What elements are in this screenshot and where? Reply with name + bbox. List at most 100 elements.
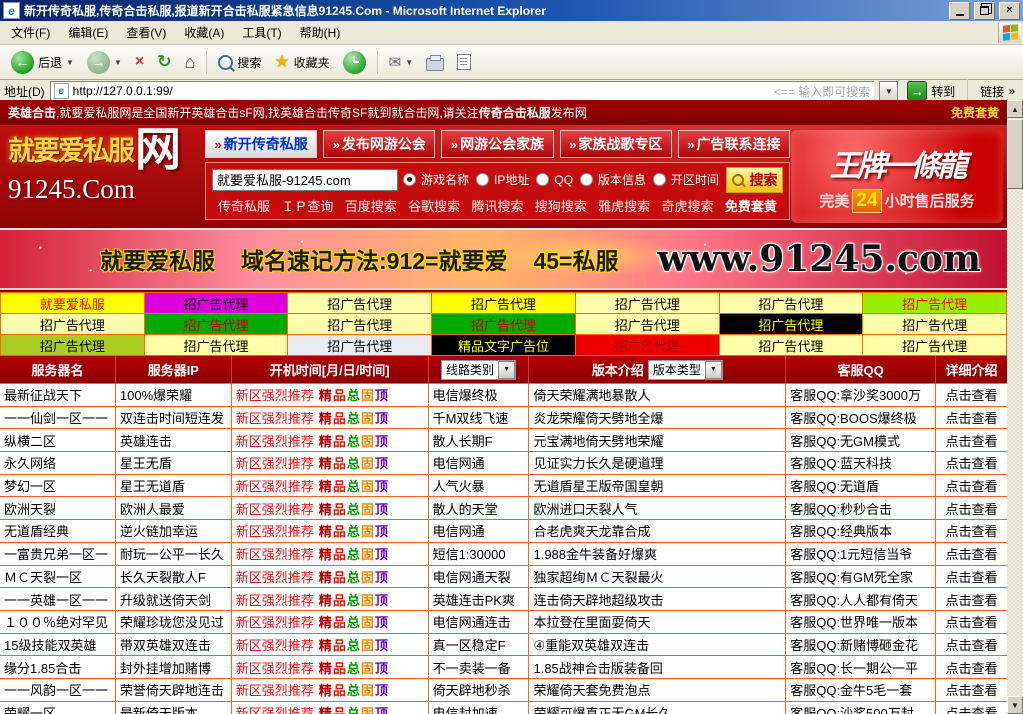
favorites-button[interactable]: ★ 收藏夹	[269, 49, 334, 75]
quicklink[interactable]: 谷歌搜索	[408, 196, 460, 215]
forward-dropdown-icon[interactable]: ▼	[114, 58, 122, 67]
mail-button[interactable]: ✉ ▼	[384, 50, 419, 74]
nav-guild-family[interactable]: »网游公会家族	[441, 130, 553, 158]
back-dropdown-icon[interactable]: ▼	[66, 58, 74, 67]
detail-link[interactable]: 点击查看	[936, 520, 1007, 542]
quicklink-free[interactable]: 免费套黄	[725, 196, 777, 215]
search-toolbar-button[interactable]: 搜索	[213, 51, 266, 74]
promo-text: 新区强烈推荐	[236, 453, 314, 472]
radio-version[interactable]	[580, 173, 593, 186]
menu-view[interactable]: 查看(V)	[117, 21, 175, 44]
line-type-select[interactable]: 线路类别▼	[441, 360, 516, 380]
ad-cell[interactable]: 招广告代理	[145, 293, 288, 313]
ad-cell[interactable]: 招广告代理	[1, 335, 144, 355]
ad-cell[interactable]: 招广告代理	[720, 293, 863, 313]
print-button[interactable]	[421, 51, 449, 74]
nav-new-servers[interactable]: »新开传奇私服	[205, 130, 317, 158]
ad-cell[interactable]: 招广告代理	[576, 335, 719, 355]
address-dropdown-button[interactable]: ▼	[879, 81, 898, 102]
history-button[interactable]	[338, 48, 371, 77]
ad-cell[interactable]: 招广告代理	[432, 293, 575, 313]
stop-button[interactable]: ×	[130, 50, 149, 74]
ad-cell[interactable]: 招广告代理	[720, 335, 863, 355]
detail-link[interactable]: 点击查看	[936, 497, 1007, 519]
edit-button[interactable]	[452, 51, 476, 73]
menu-favorites[interactable]: 收藏(A)	[175, 21, 233, 44]
ad-cell[interactable]: 招广告代理	[863, 314, 1006, 334]
radio-open-time[interactable]	[653, 173, 666, 186]
menu-tools[interactable]: 工具(T)	[233, 21, 290, 44]
search-button[interactable]: 搜索	[726, 167, 783, 193]
detail-link[interactable]: 点击查看	[936, 679, 1007, 701]
vertical-scrollbar[interactable]: ▲ ▼	[1007, 100, 1023, 714]
ad-cell[interactable]: 招广告代理	[288, 335, 431, 355]
minimize-button[interactable]	[949, 2, 970, 20]
nav-publish-guild[interactable]: »发布网游公会	[323, 130, 435, 158]
detail-link[interactable]: 点击查看	[936, 656, 1007, 678]
detail-link[interactable]: 点击查看	[936, 611, 1007, 633]
quicklink[interactable]: 搜狗搜索	[535, 196, 587, 215]
table-row: 无道盾经典 逆火链加幸运 新区强烈推荐 精品总固顶 电信网通 合老虎爽天龙靠合成…	[0, 520, 1007, 543]
ad-cell[interactable]: 招广告代理	[863, 293, 1006, 313]
restore-button[interactable]	[974, 2, 995, 20]
scroll-down-button[interactable]: ▼	[1007, 696, 1023, 714]
radio-game-name[interactable]	[403, 173, 416, 186]
detail-link[interactable]: 点击查看	[936, 429, 1007, 451]
detail-link[interactable]: 点击查看	[936, 588, 1007, 610]
ad-cell[interactable]: 招广告代理	[576, 314, 719, 334]
close-button[interactable]: ×	[999, 2, 1020, 20]
address-input[interactable]: e http://127.0.0.1:99/ <== 输入即可搜索	[50, 81, 875, 102]
nav-family-song[interactable]: »家族战歌专区	[560, 130, 672, 158]
ad-cell[interactable]: 招广告代理	[145, 314, 288, 334]
menu-file[interactable]: 文件(F)	[2, 21, 59, 44]
ad-cell[interactable]: 精品文字广告位	[432, 335, 575, 355]
links-button[interactable]: 链接 »	[976, 83, 1019, 100]
radio-ip[interactable]	[476, 173, 489, 186]
quicklink[interactable]: 雅虎搜索	[598, 196, 650, 215]
detail-link[interactable]: 点击查看	[936, 452, 1007, 474]
quicklink[interactable]: ＩＰ查询	[281, 196, 333, 215]
quicklink[interactable]: 百度搜索	[345, 196, 397, 215]
forward-button[interactable]: → ▼	[82, 48, 127, 77]
detail-link[interactable]: 点击查看	[936, 543, 1007, 565]
quicklink[interactable]: 奇虎搜索	[662, 196, 714, 215]
ad-cell[interactable]: 就要爱私服	[1, 293, 144, 313]
detail-link[interactable]: 点击查看	[936, 702, 1007, 714]
radio-qq[interactable]	[536, 173, 549, 186]
menu-edit[interactable]: 编辑(E)	[59, 21, 117, 44]
detail-link[interactable]: 点击查看	[936, 407, 1007, 429]
detail-link[interactable]: 点击查看	[936, 475, 1007, 497]
detail-link[interactable]: 点击查看	[936, 566, 1007, 588]
ad-cell[interactable]: 招广告代理	[863, 335, 1006, 355]
version-type-select[interactable]: 版本类型▼	[648, 360, 723, 380]
ad-cell[interactable]: 招广告代理	[576, 293, 719, 313]
quicklink[interactable]: 传奇私服	[218, 196, 270, 215]
quicklink[interactable]: 腾讯搜索	[471, 196, 523, 215]
table-row: 纵横二区 英雄连击 新区强烈推荐 精品总固顶 散人长期F 元宝满地倚天劈地荣耀 …	[0, 429, 1007, 452]
go-button[interactable]: → 转到	[903, 80, 959, 102]
ad-cell[interactable]: 招广告代理	[145, 335, 288, 355]
ad-cell[interactable]: 招广告代理	[432, 314, 575, 334]
mail-dropdown-icon[interactable]: ▼	[405, 58, 413, 67]
fireworks-banner[interactable]: 就要爱私服域名速记方法:912=就要爱45=私服 www.91245.com	[0, 228, 1007, 290]
notice-right-link[interactable]: 免费套黄	[951, 104, 999, 121]
site-logo[interactable]: 就要爱私服 网 91245.Com	[8, 129, 203, 224]
ad-cell[interactable]: 招广告代理	[720, 314, 863, 334]
scrollbar-track[interactable]	[1007, 189, 1023, 696]
menu-help[interactable]: 帮助(H)	[291, 21, 350, 44]
logo-net-char: 网	[135, 129, 181, 170]
game-search-input[interactable]	[212, 169, 398, 191]
open-time-cell: 新区强烈推荐 精品总固顶	[232, 429, 429, 451]
scrollbar-thumb[interactable]	[1007, 119, 1023, 189]
back-button[interactable]: ← 后退 ▼	[6, 48, 79, 77]
ad-cell[interactable]: 招广告代理	[1, 314, 144, 334]
detail-link[interactable]: 点击查看	[936, 634, 1007, 656]
detail-link[interactable]: 点击查看	[936, 384, 1007, 406]
ad-cell[interactable]: 招广告代理	[288, 314, 431, 334]
home-button[interactable]: ⌂	[179, 49, 200, 76]
qq-cell: 客服QQ:长一期公一平	[786, 656, 936, 678]
ad-cell[interactable]: 招广告代理	[288, 293, 431, 313]
nav-ad-contact[interactable]: »广告联系连接	[678, 130, 790, 158]
scroll-up-button[interactable]: ▲	[1007, 100, 1023, 118]
refresh-button[interactable]: ↻	[152, 49, 176, 75]
